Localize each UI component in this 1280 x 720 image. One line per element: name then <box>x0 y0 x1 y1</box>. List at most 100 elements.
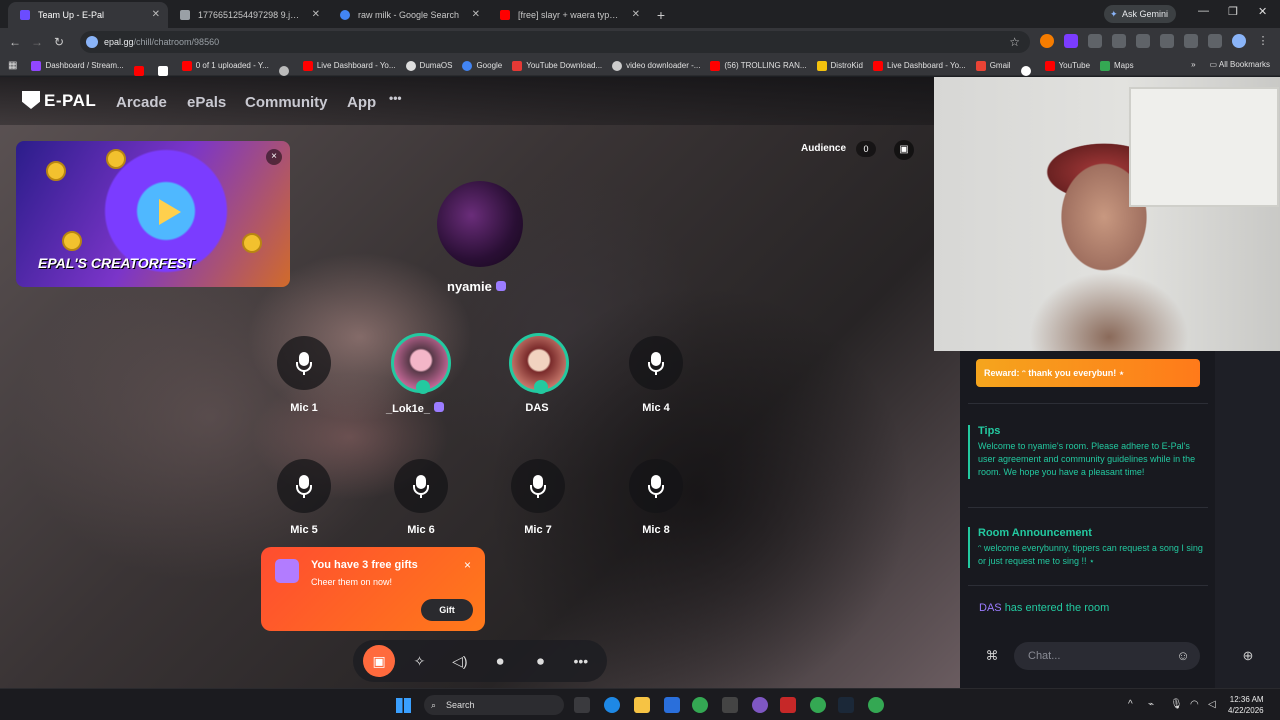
close-gifts-icon[interactable]: × <box>464 558 471 572</box>
audience-label[interactable]: Audience <box>801 143 846 154</box>
forward-icon[interactable]: → <box>26 35 48 49</box>
folder-icon: ▭ <box>1209 60 1219 69</box>
bookmark-item[interactable]: YouTube Download... <box>512 61 602 71</box>
close-tab-icon[interactable]: ✕ <box>472 2 480 28</box>
browser-tab[interactable]: Team Up - E-Pal ✕ <box>8 2 168 28</box>
nav-epals[interactable]: ePals <box>187 94 226 111</box>
download-icon[interactable] <box>1208 34 1222 48</box>
close-tab-icon[interactable]: ✕ <box>152 2 160 28</box>
tray-chevron-icon[interactable]: ^ <box>1128 699 1133 710</box>
room-info-icon[interactable]: ▣ <box>894 140 914 160</box>
extension-icon[interactable] <box>1088 34 1102 48</box>
close-tab-icon[interactable]: ✕ <box>632 2 640 28</box>
nav-app[interactable]: App <box>347 94 376 111</box>
taskbar-clock[interactable]: 12:36 AM 4/22/2026 <box>1228 694 1264 716</box>
host-name[interactable]: nyamie <box>447 279 506 294</box>
apps-grid-icon[interactable]: ▦ <box>8 60 17 71</box>
chrome-icon[interactable] <box>692 697 708 713</box>
browser-tab[interactable]: [free] slayr + waera type beat - ✕ <box>488 2 648 28</box>
wifi-icon[interactable]: ◠ <box>1190 699 1199 710</box>
network-icon[interactable]: ⌁ <box>1148 699 1154 710</box>
back-icon[interactable]: ← <box>4 35 26 49</box>
close-promo-icon[interactable]: × <box>266 149 282 165</box>
creatorfest-promo-banner[interactable]: EPAL'S CREATORFEST × <box>16 141 290 287</box>
gift-button[interactable]: Gift <box>421 599 473 621</box>
new-tab-button[interactable]: + <box>648 2 674 28</box>
bookmark-item[interactable]: Dashboard / Stream... <box>31 61 124 71</box>
host-avatar[interactable] <box>437 181 523 267</box>
file-explorer-icon[interactable] <box>634 697 650 713</box>
profile-avatar-icon[interactable] <box>1232 34 1246 48</box>
site-info-icon[interactable] <box>86 36 98 48</box>
reload-icon[interactable]: ↻ <box>48 35 70 49</box>
app-icon[interactable] <box>722 697 738 713</box>
bookmark-item[interactable]: DistroKid <box>816 61 863 71</box>
mic-seat-7[interactable] <box>511 459 565 513</box>
bookmark-item[interactable]: video downloader -... <box>612 61 700 71</box>
nav-community[interactable]: Community <box>245 94 328 111</box>
mic-seat-8[interactable] <box>629 459 683 513</box>
mic-seat-4[interactable] <box>629 336 683 390</box>
minimize-icon[interactable]: — <box>1198 5 1209 17</box>
nav-more-icon[interactable]: ••• <box>389 91 402 105</box>
send-icon[interactable]: ⊕ <box>1237 645 1259 667</box>
seat-user-avatar[interactable] <box>391 333 451 394</box>
extensions-puzzle-icon[interactable] <box>1136 34 1150 48</box>
browser-tab[interactable]: raw milk - Google Search ✕ <box>328 2 488 28</box>
bookmark-star-icon[interactable]: ☆ <box>1009 31 1020 53</box>
close-tab-icon[interactable]: ✕ <box>312 2 320 28</box>
mic-seat-5[interactable] <box>277 459 331 513</box>
bookmark-item[interactable]: YouTube <box>1044 61 1090 71</box>
speaker-icon[interactable]: ◁) <box>444 645 476 677</box>
mic-seat-6[interactable] <box>394 459 448 513</box>
magic-wand-icon[interactable]: ✧ <box>403 645 435 677</box>
more-icon[interactable]: ••• <box>565 645 597 677</box>
entered-user[interactable]: DAS <box>979 602 1002 614</box>
gifts-title: You have 3 free gifts <box>311 559 418 571</box>
steam-icon[interactable] <box>838 697 854 713</box>
discord-icon[interactable] <box>752 697 768 713</box>
extension-icon[interactable] <box>1064 34 1078 48</box>
raise-mic-icon[interactable]: ⏺ <box>524 645 556 677</box>
media-icon[interactable] <box>1184 34 1198 48</box>
mic-seat-1[interactable] <box>277 336 331 390</box>
bookmark-item[interactable]: Google <box>462 61 502 71</box>
bookmark-item[interactable]: (56) TROLLING RAN... <box>710 61 807 71</box>
all-bookmarks-button[interactable]: » ▭ All Bookmarks <box>1191 60 1270 69</box>
bookmark-item[interactable]: DumaOS <box>405 61 452 71</box>
edge-icon[interactable] <box>604 697 620 713</box>
gift-icon[interactable]: ▣ <box>363 645 396 677</box>
extension-icon[interactable] <box>1112 34 1126 48</box>
nav-arcade[interactable]: Arcade <box>116 94 167 111</box>
windows-start-icon[interactable] <box>396 698 411 713</box>
bookmark-item[interactable]: 0 of 1 uploaded - Y... <box>181 61 269 71</box>
chrome-icon[interactable] <box>810 697 826 713</box>
address-bar[interactable]: epal.gg/chill/chatroom/98560 ☆ <box>80 31 1030 53</box>
task-view-icon[interactable] <box>574 697 590 713</box>
close-window-icon[interactable]: ✕ <box>1258 5 1267 18</box>
microphone-icon <box>648 475 664 498</box>
bookmark-item[interactable]: Gmail <box>975 61 1011 71</box>
bookmark-item[interactable]: Live Dashboard - Yo... <box>302 61 396 71</box>
epal-logo[interactable]: E-PAL <box>22 91 96 111</box>
seat-user-avatar[interactable] <box>509 333 569 394</box>
gamepad-icon[interactable]: ⌘ <box>981 645 1003 667</box>
url-host: epal.gg <box>104 37 134 47</box>
ask-gemini-button[interactable]: Ask Gemini <box>1104 5 1177 23</box>
emoji-icon[interactable]: ☺ <box>1172 645 1194 667</box>
taskbar-search[interactable]: ⌕ Search <box>424 695 564 715</box>
microphone-icon[interactable]: ⏺ <box>484 645 516 677</box>
cast-icon[interactable] <box>1160 34 1174 48</box>
store-icon[interactable] <box>664 697 680 713</box>
microphone-tray-icon[interactable]: 🎙 <box>1170 699 1183 710</box>
browser-tab[interactable]: 1776651254497298 9.jpeg (96× ✕ <box>168 2 328 28</box>
chrome-icon[interactable] <box>868 697 884 713</box>
extension-icon[interactable] <box>1040 34 1054 48</box>
volume-icon[interactable]: ◁ <box>1208 699 1216 710</box>
menu-kebab-icon[interactable]: ⋮ <box>1256 34 1270 48</box>
maximize-icon[interactable]: ❐ <box>1228 5 1238 18</box>
seat-label: Mic 8 <box>642 524 670 536</box>
bookmark-item[interactable]: Live Dashboard - Yo... <box>872 61 966 71</box>
adobe-icon[interactable] <box>780 697 796 713</box>
bookmark-item[interactable]: Maps <box>1100 61 1134 71</box>
